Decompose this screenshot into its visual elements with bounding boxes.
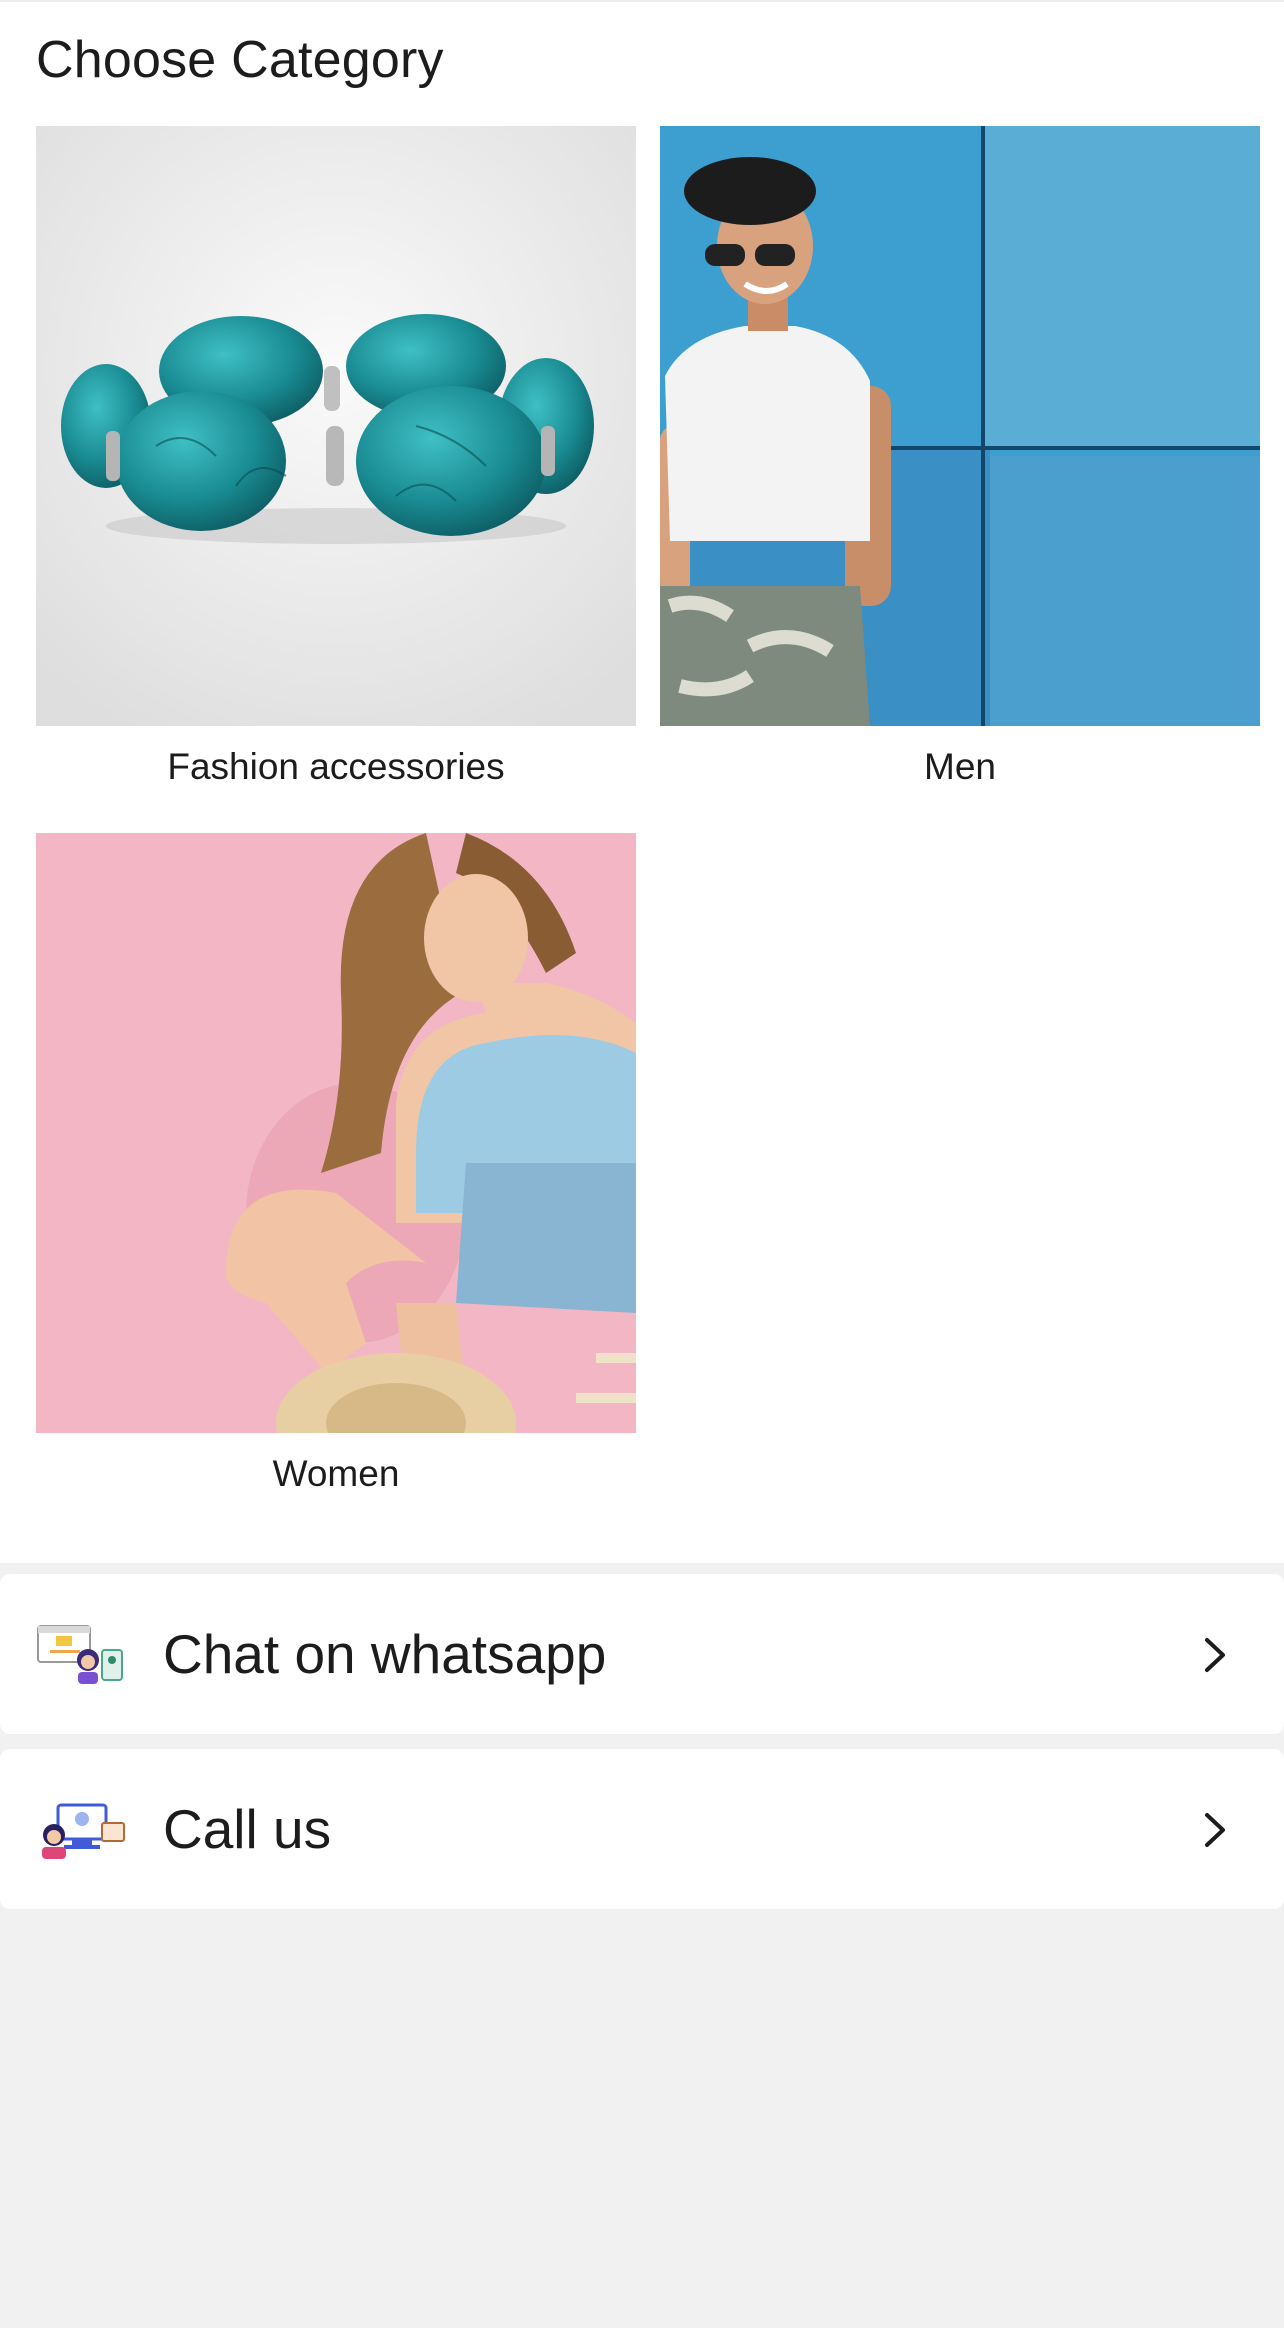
chevron-right-icon (1198, 1636, 1232, 1674)
men-image (660, 126, 1260, 726)
category-label: Men (924, 746, 996, 787)
category-card-women[interactable]: Women (36, 833, 636, 1495)
call-support-icon (36, 1797, 126, 1861)
call-us-row[interactable]: Call us (0, 1749, 1284, 1909)
page-title: Choose Category (36, 31, 444, 89)
women-image (36, 833, 636, 1433)
category-label: Fashion accessories (167, 746, 505, 787)
chat-on-whatsapp-row[interactable]: Chat on whatsapp (0, 1574, 1284, 1734)
category-label: Women (272, 1453, 400, 1494)
call-us-label: Call us (163, 1798, 332, 1860)
fashion-accessories-image (36, 126, 636, 726)
chat-on-whatsapp-label: Chat on whatsapp (163, 1623, 607, 1685)
category-card-fashion-accessories[interactable]: Fashion accessories (36, 126, 636, 788)
chat-support-icon (36, 1622, 126, 1686)
category-section: Choose Category Fashion accessories Men … (0, 0, 1284, 1563)
category-card-men[interactable]: Men (660, 126, 1260, 788)
chevron-right-icon (1198, 1811, 1232, 1849)
